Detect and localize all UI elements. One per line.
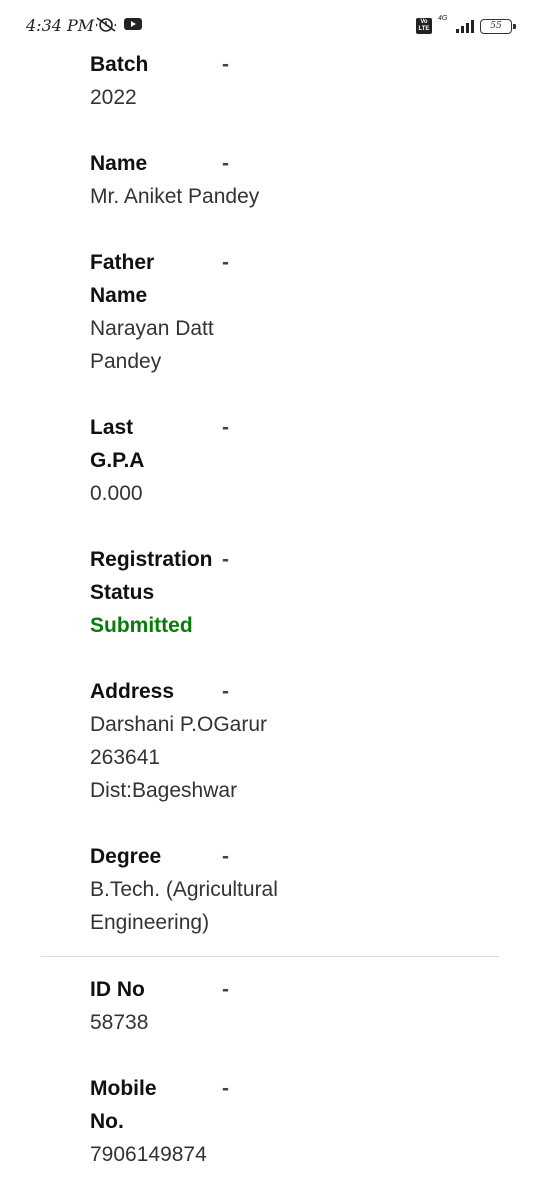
field-separator: -	[222, 152, 229, 175]
registration-status-badge: Submitted	[90, 614, 193, 637]
field-value: B.Tech. (Agricultural Engineering)	[90, 878, 278, 934]
battery-level: 55	[490, 20, 502, 31]
signal-icon: 4G	[438, 15, 474, 35]
field-label: ID No	[90, 978, 145, 1001]
field-id-no: ID No - 58738	[0, 973, 540, 1039]
field-value: Narayan Datt Pandey	[90, 317, 214, 373]
field-label: Mobile No.	[90, 1077, 157, 1133]
status-icons-right: Vo LTE 4G 55	[416, 15, 516, 36]
field-separator: -	[222, 251, 229, 274]
field-batch: Batch - 2022	[0, 48, 540, 114]
field-last-gpa: Last G.P.A - 0.000	[0, 411, 540, 510]
field-label: Batch	[90, 53, 149, 76]
field-name: Name - Mr. Aniket Pandey	[0, 147, 540, 213]
field-value: 58738	[90, 1011, 149, 1034]
field-label: Father Name	[90, 251, 155, 307]
section-divider	[41, 956, 499, 957]
field-separator: -	[222, 978, 229, 1001]
field-label: Name	[90, 152, 148, 175]
field-value: 2022	[90, 86, 137, 109]
field-separator: -	[222, 680, 229, 703]
battery-icon: 55	[480, 18, 516, 34]
field-separator: -	[222, 53, 229, 76]
field-value: Mr. Aniket Pandey	[90, 185, 260, 208]
field-label: Registration Status	[90, 548, 213, 604]
field-value: 0.000	[90, 482, 143, 505]
status-icons-left	[94, 16, 143, 36]
field-value: 7906149874	[90, 1143, 207, 1166]
field-registration-status: Registration Status - Submitted	[0, 543, 540, 642]
youtube-icon	[123, 16, 143, 37]
status-time: 4:34 PM	[26, 16, 95, 35]
field-address: Address - Darshani P.OGarur 263641 Dist:…	[0, 675, 540, 807]
field-separator: -	[222, 845, 229, 868]
status-bar: 4:34 PM Vo LTE 4G 55	[0, 0, 540, 50]
student-details: Batch - 2022 Name - Mr. Aniket Pandey Fa…	[0, 48, 540, 1171]
field-separator: -	[222, 416, 229, 439]
alarm-icon	[94, 15, 118, 38]
field-separator: -	[222, 1077, 229, 1100]
field-label: Degree	[90, 845, 162, 868]
field-mobile-no: Mobile No. - 7906149874	[0, 1072, 540, 1171]
field-degree: Degree - B.Tech. (Agricultural Engineeri…	[0, 840, 540, 939]
field-label: Last G.P.A	[90, 416, 145, 472]
field-separator: -	[222, 548, 229, 571]
field-father-name: Father Name - Narayan Datt Pandey	[0, 246, 540, 378]
field-value: Darshani P.OGarur 263641 Dist:Bageshwar	[90, 713, 268, 802]
field-label: Address	[90, 680, 175, 703]
network-type-label: 4G	[438, 15, 448, 22]
volte-icon: Vo LTE	[416, 18, 432, 34]
